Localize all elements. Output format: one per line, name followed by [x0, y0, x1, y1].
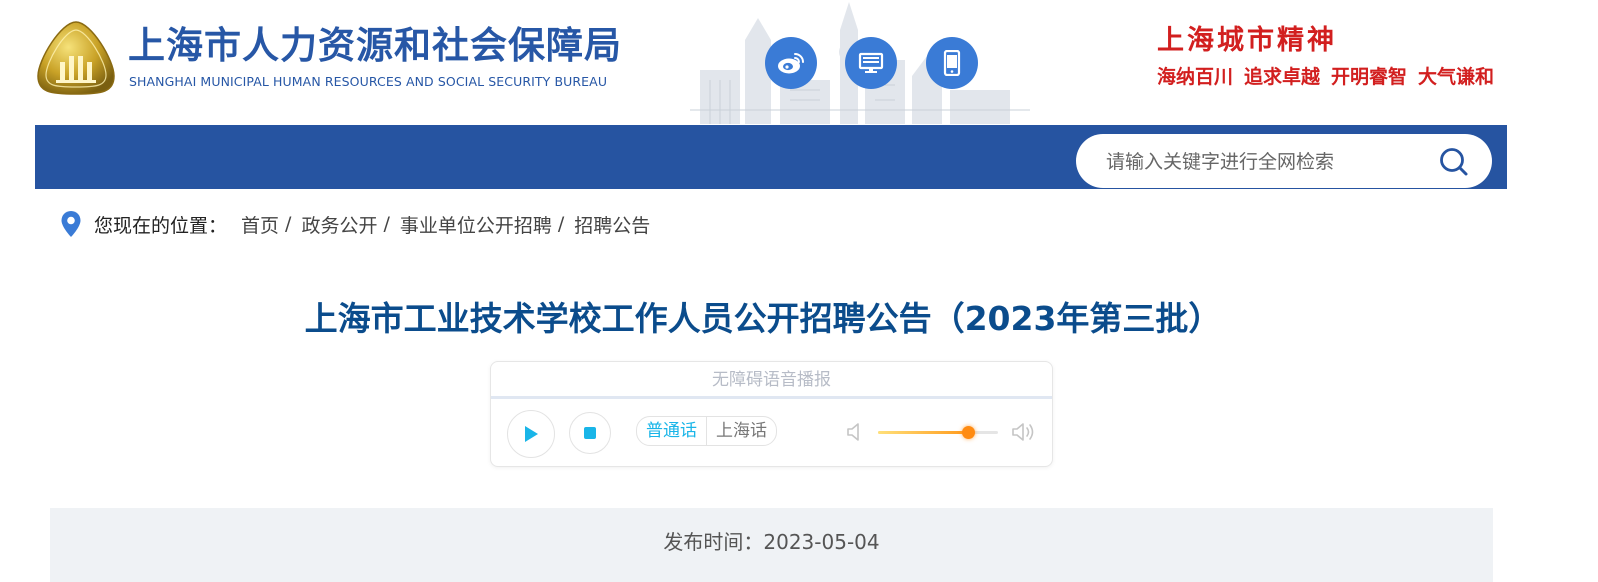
slogan-item: 海纳百川	[1157, 66, 1234, 88]
dialect-switch: 普通话 上海话	[636, 416, 777, 446]
org-name-cn: 上海市人力资源和社会保障局	[128, 24, 622, 67]
player-title: 无障碍语音播报	[712, 370, 831, 390]
desktop-version-button[interactable]	[845, 37, 897, 89]
accessibility-audio-player: 无障碍语音播报 普通话 上海话	[490, 361, 1053, 467]
play-button[interactable]	[507, 410, 555, 458]
mandarin-option[interactable]: 普通话	[637, 417, 706, 445]
search-icon[interactable]	[1438, 146, 1470, 178]
slogan-item: 追求卓越	[1244, 66, 1321, 88]
shanghainese-option[interactable]: 上海话	[706, 417, 776, 445]
publish-info-bar: 发布时间：2023-05-04	[50, 508, 1493, 582]
org-name-en: SHANGHAI MUNICIPAL HUMAN RESOURCES AND S…	[129, 74, 608, 89]
volume-high-icon[interactable]	[1011, 420, 1037, 444]
search-box	[1076, 134, 1492, 190]
article-title: 上海市工业技术学校工作人员公开招聘公告（2023年第三批）	[304, 299, 1222, 338]
city-spirit-title: 上海城市精神	[1157, 25, 1337, 56]
bureau-emblem-logo[interactable]	[36, 20, 116, 96]
breadcrumb-announcement-link[interactable]: 招聘公告	[574, 211, 650, 238]
mobile-icon	[943, 50, 961, 76]
volume-low-icon[interactable]	[845, 420, 867, 444]
play-icon	[525, 426, 538, 442]
slogan-item: 开明睿智	[1331, 66, 1408, 88]
mobile-version-button[interactable]	[926, 37, 978, 89]
weibo-button[interactable]	[765, 37, 817, 89]
publish-date-label: 发布时间：	[663, 530, 764, 554]
breadcrumb: 您现在的位置： 首页 / 政务公开 / 事业单位公开招聘 / 招聘公告	[60, 209, 650, 239]
publish-date: 2023-05-04	[763, 530, 880, 554]
publish-date-line: 发布时间：2023-05-04	[50, 526, 1493, 555]
location-pin-icon	[61, 211, 81, 237]
breadcrumb-separator: /	[285, 213, 292, 235]
breadcrumb-separator: /	[557, 213, 565, 235]
weibo-icon	[778, 53, 804, 74]
stop-icon	[584, 427, 596, 439]
volume-slider[interactable]	[878, 426, 998, 439]
stop-button[interactable]	[569, 412, 611, 454]
city-spirit-slogans: 海纳百川 追求卓越 开明睿智 大气谦和	[1157, 62, 1494, 89]
volume-slider-fill	[878, 431, 968, 434]
breadcrumb-recruitment-link[interactable]: 事业单位公开招聘	[400, 211, 552, 238]
breadcrumb-government-affairs-link[interactable]: 政务公开	[301, 211, 377, 238]
playback-progress-bar[interactable]	[491, 396, 1052, 399]
volume-slider-knob[interactable]	[962, 426, 975, 439]
search-input[interactable]	[1104, 134, 1438, 190]
slogan-item: 大气谦和	[1418, 66, 1495, 88]
desktop-icon	[858, 52, 884, 73]
breadcrumb-label: 您现在的位置：	[94, 214, 228, 237]
breadcrumb-separator: /	[383, 213, 390, 235]
breadcrumb-home-link[interactable]: 首页	[241, 211, 279, 238]
